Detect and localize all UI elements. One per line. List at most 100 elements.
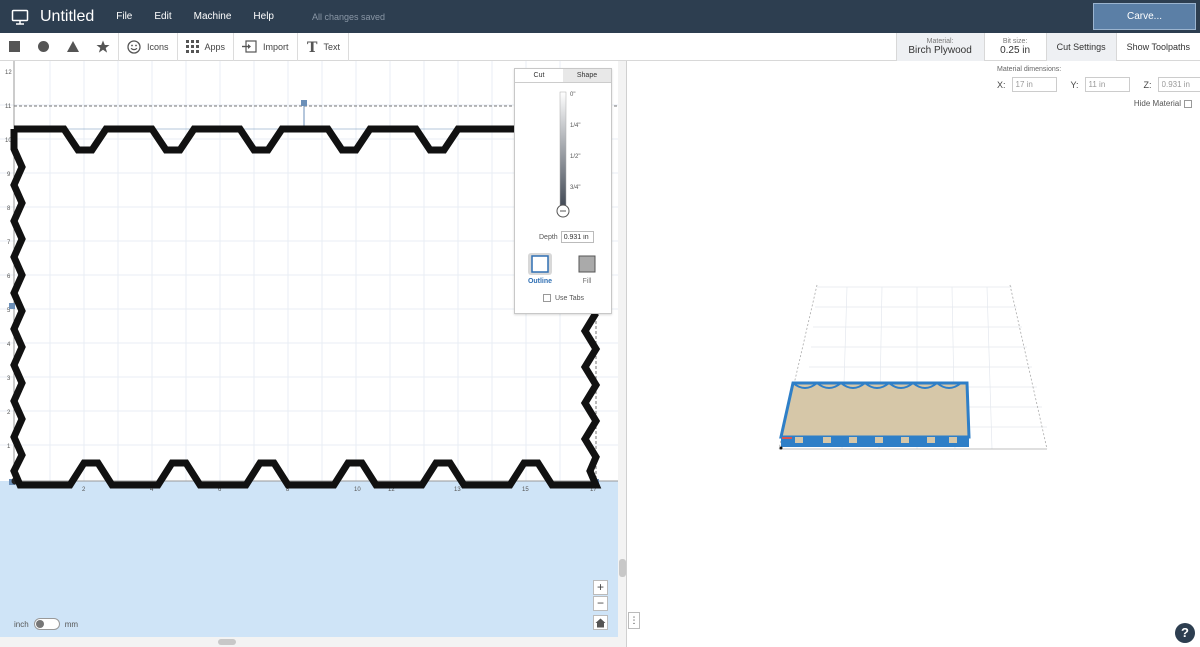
depth-tick-label: 3/4" [570, 185, 580, 191]
ruler-x-label: 10 [354, 487, 361, 493]
cut-panel-tabs: Cut Shape [515, 69, 611, 83]
dim-y-input[interactable] [1084, 77, 1130, 92]
depth-tick-label: 0" [570, 92, 575, 98]
depth-tick-label: 1/2" [570, 154, 580, 160]
material-selector[interactable]: Material: Birch Plywood [895, 33, 984, 61]
ruler-y-label: 11 [5, 104, 12, 110]
icons-button[interactable]: Icons [119, 32, 178, 61]
show-toolpaths-button[interactable]: Show Toolpaths [1115, 33, 1200, 61]
toolbar: Icons Apps Import T Text Material: Birch… [0, 32, 1200, 61]
depth-label: Depth [539, 233, 558, 241]
vertical-scroll-thumb[interactable] [619, 559, 626, 577]
save-status: All changes saved [312, 11, 386, 22]
vertical-scrollbar[interactable] [618, 61, 626, 647]
3d-preview-panel: Material dimensions: X: Y: Z: Hide Mater… [627, 61, 1200, 647]
use-tabs-label: Use Tabs [555, 294, 585, 302]
bit-value: 0.25 in [1000, 45, 1031, 56]
square-shape-button[interactable] [0, 33, 29, 61]
home-icon [595, 618, 606, 628]
apps-grid-icon [185, 40, 199, 53]
hide-material-row: Hide Material [1134, 99, 1192, 108]
depth-tick-label: 1/4" [570, 123, 580, 129]
bit-size-selector[interactable]: Bit size: 0.25 in [983, 33, 1046, 61]
horizontal-scrollbar[interactable] [0, 637, 618, 647]
bit-caption: Bit size: [1002, 38, 1028, 45]
import-button[interactable]: Import [234, 32, 298, 61]
cut-settings-panel: Cut Shape 0" 1/4" 1/2" 3/4" Depth 0.931 … [514, 68, 612, 314]
depth-slider[interactable]: 0" 1/4" 1/2" 3/4" [515, 84, 613, 224]
material-dimensions-title: Material dimensions: [997, 66, 1062, 73]
material-slab [779, 381, 971, 439]
unit-toggle-knob [35, 620, 44, 628]
smiley-icon [127, 39, 141, 54]
menu-edit[interactable]: Edit [154, 11, 171, 22]
circle-shape-button[interactable] [29, 33, 58, 61]
unit-toggle[interactable] [33, 618, 60, 630]
apps-button[interactable]: Apps [178, 32, 235, 61]
zoom-out-button[interactable]: − [593, 596, 608, 611]
fill-cut-button[interactable]: Fill [572, 252, 602, 288]
dim-z-input[interactable] [1157, 77, 1200, 92]
outline-cut-button[interactable]: Outline [525, 252, 555, 288]
apps-label: Apps [204, 41, 226, 52]
text-icon: T [307, 40, 318, 53]
resize-handle-left[interactable] [9, 303, 15, 309]
text-label: Text [323, 41, 341, 52]
import-label: Import [263, 41, 289, 52]
dim-z-label: Z: [1143, 79, 1152, 90]
material-dimensions-row: X: Y: Z: [997, 77, 1200, 92]
material-caption: Material: [926, 38, 954, 45]
dim-x-input[interactable] [1011, 77, 1057, 92]
triangle-shape-button[interactable] [58, 33, 88, 61]
tab-cut[interactable]: Cut [515, 69, 563, 82]
unit-inch-label: inch [14, 619, 29, 629]
tab-shape[interactable]: Shape [563, 69, 611, 82]
triangle-icon [67, 41, 79, 52]
project-title[interactable]: Untitled [40, 8, 94, 26]
ruler-y-label: 12 [5, 70, 12, 76]
use-tabs-checkbox[interactable] [543, 294, 551, 302]
3d-preview-canvas[interactable] [627, 161, 1200, 601]
svg-text:T: T [307, 40, 318, 53]
depth-input[interactable] [560, 231, 594, 243]
dim-y-label: Y: [1070, 79, 1079, 90]
app-logo-icon[interactable] [0, 0, 40, 33]
workspace-area [0, 481, 618, 647]
fill-label: Fill [582, 278, 592, 285]
ruler-x-label: 2 [82, 487, 86, 493]
origin-marker [782, 437, 792, 439]
outline-icon [528, 253, 552, 275]
unit-toggle-row: inch mm [14, 618, 78, 630]
zoom-in-button[interactable]: + [593, 580, 608, 595]
unit-mm-label: mm [64, 619, 79, 629]
depth-row: Depth [539, 231, 594, 243]
hide-material-checkbox[interactable] [1184, 99, 1192, 108]
design-canvas-panel: 12 11 10 9 8 7 6 5 4 3 2 1 2 4 6 8 10 12… [0, 61, 627, 647]
ruler-x-label: 13 [454, 487, 461, 493]
home-view-button[interactable] [593, 615, 608, 630]
menu-machine[interactable]: Machine [194, 11, 232, 22]
rotate-handle[interactable] [301, 100, 307, 106]
toolbar-right: Material: Birch Plywood Bit size: 0.25 i… [895, 33, 1200, 61]
carve-button[interactable]: Carve... [1093, 3, 1196, 30]
horizontal-scroll-thumb[interactable] [218, 639, 236, 645]
origin-dot [779, 446, 783, 450]
star-shape-button[interactable] [88, 32, 119, 61]
star-icon [96, 40, 110, 53]
square-icon [9, 41, 20, 52]
side-menu-button[interactable]: ⋮ [628, 612, 640, 629]
wavy-frame-shape[interactable] [10, 125, 602, 489]
hide-material-label: Hide Material [1133, 99, 1181, 108]
import-icon [242, 40, 257, 53]
circle-icon [38, 41, 49, 52]
top-bar: Untitled File Edit Machine Help All chan… [0, 0, 1200, 33]
text-button[interactable]: T Text [298, 32, 350, 61]
material-value: Birch Plywood [908, 45, 972, 56]
icons-label: Icons [147, 41, 169, 52]
menu-file[interactable]: File [116, 11, 132, 22]
help-button[interactable]: ? [1175, 623, 1195, 643]
use-tabs-row: Use Tabs [543, 294, 584, 302]
menu-help[interactable]: Help [253, 11, 274, 22]
cut-settings-button[interactable]: Cut Settings [1045, 33, 1116, 61]
dim-x-label: X: [997, 79, 1006, 90]
